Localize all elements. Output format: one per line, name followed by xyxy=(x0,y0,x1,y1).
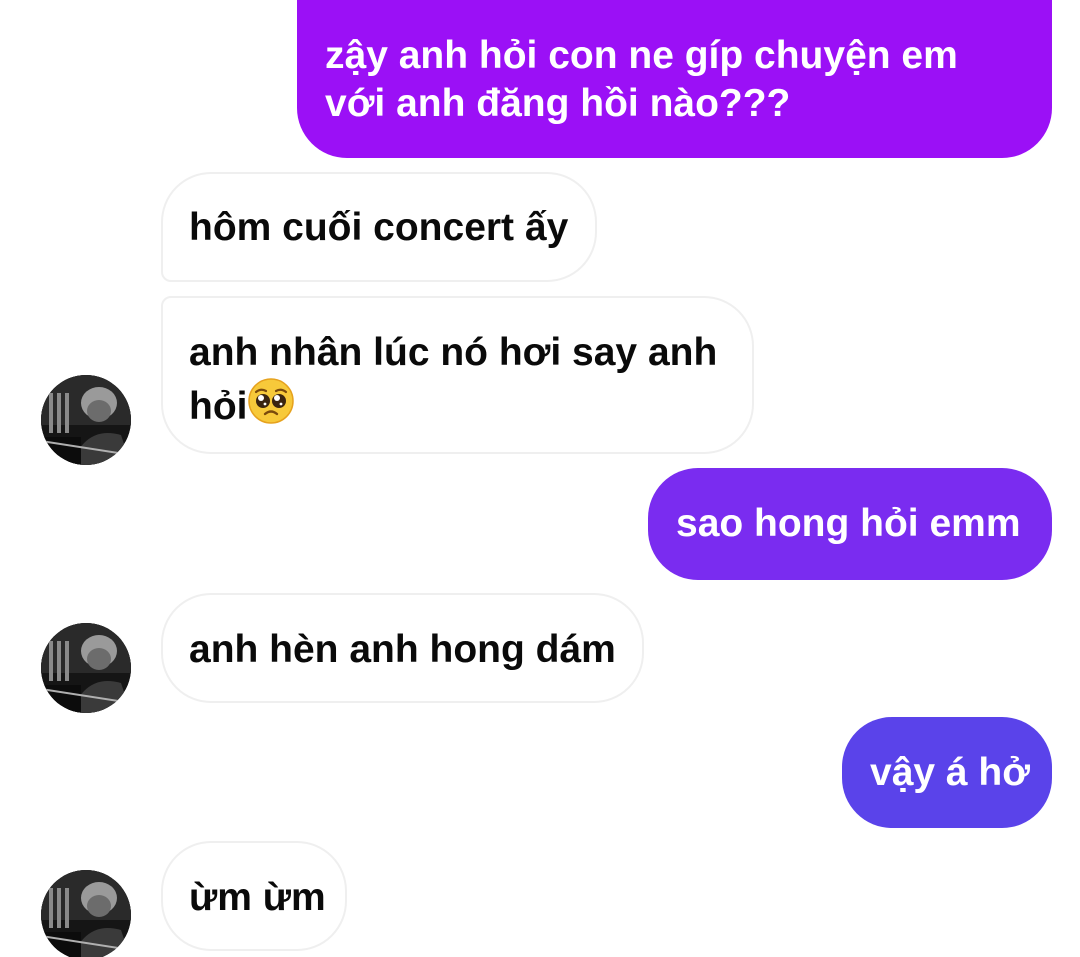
message-text: vậy á hở xyxy=(870,751,1030,794)
message-text-fragment: hỏi xyxy=(189,385,248,428)
outgoing-message-bubble[interactable]: zậy anh hỏi con ne gíp chuyện em với anh… xyxy=(297,0,1052,158)
incoming-message-bubble[interactable]: anh nhân lúc nó hơi say anh hỏi xyxy=(161,296,754,454)
incoming-message-bubble[interactable]: anh hèn anh hong dám xyxy=(161,593,644,703)
message-text-line: với anh đăng hồi nào??? xyxy=(325,82,791,125)
message-text-line: zậy anh hỏi con ne gíp chuyện em xyxy=(325,34,958,77)
message-text: sao hong hỏi emm xyxy=(676,502,1021,545)
contact-avatar[interactable] xyxy=(41,870,131,957)
outgoing-message-bubble[interactable]: vậy á hở xyxy=(842,717,1052,828)
outgoing-message-bubble[interactable]: sao hong hỏi emm xyxy=(648,468,1052,580)
profile-photo-avatar xyxy=(41,870,131,957)
message-text-line: anh nhân lúc nó hơi say anh xyxy=(189,331,718,374)
message-text-line: hỏi xyxy=(189,377,726,437)
pleading-face-emoji xyxy=(247,377,295,437)
chat-thread: zậy anh hỏi con ne gíp chuyện em với anh… xyxy=(0,0,1080,957)
contact-avatar[interactable] xyxy=(41,375,131,465)
incoming-message-bubble[interactable]: ừm ừm xyxy=(161,841,347,951)
message-text: ừm ừm xyxy=(189,876,326,919)
message-text: hôm cuối concert ấy xyxy=(189,206,569,249)
profile-photo-avatar xyxy=(41,623,131,713)
incoming-message-bubble[interactable]: hôm cuối concert ấy xyxy=(161,172,597,282)
profile-photo-avatar xyxy=(41,375,131,465)
contact-avatar[interactable] xyxy=(41,623,131,713)
message-text: anh hèn anh hong dám xyxy=(189,628,616,671)
